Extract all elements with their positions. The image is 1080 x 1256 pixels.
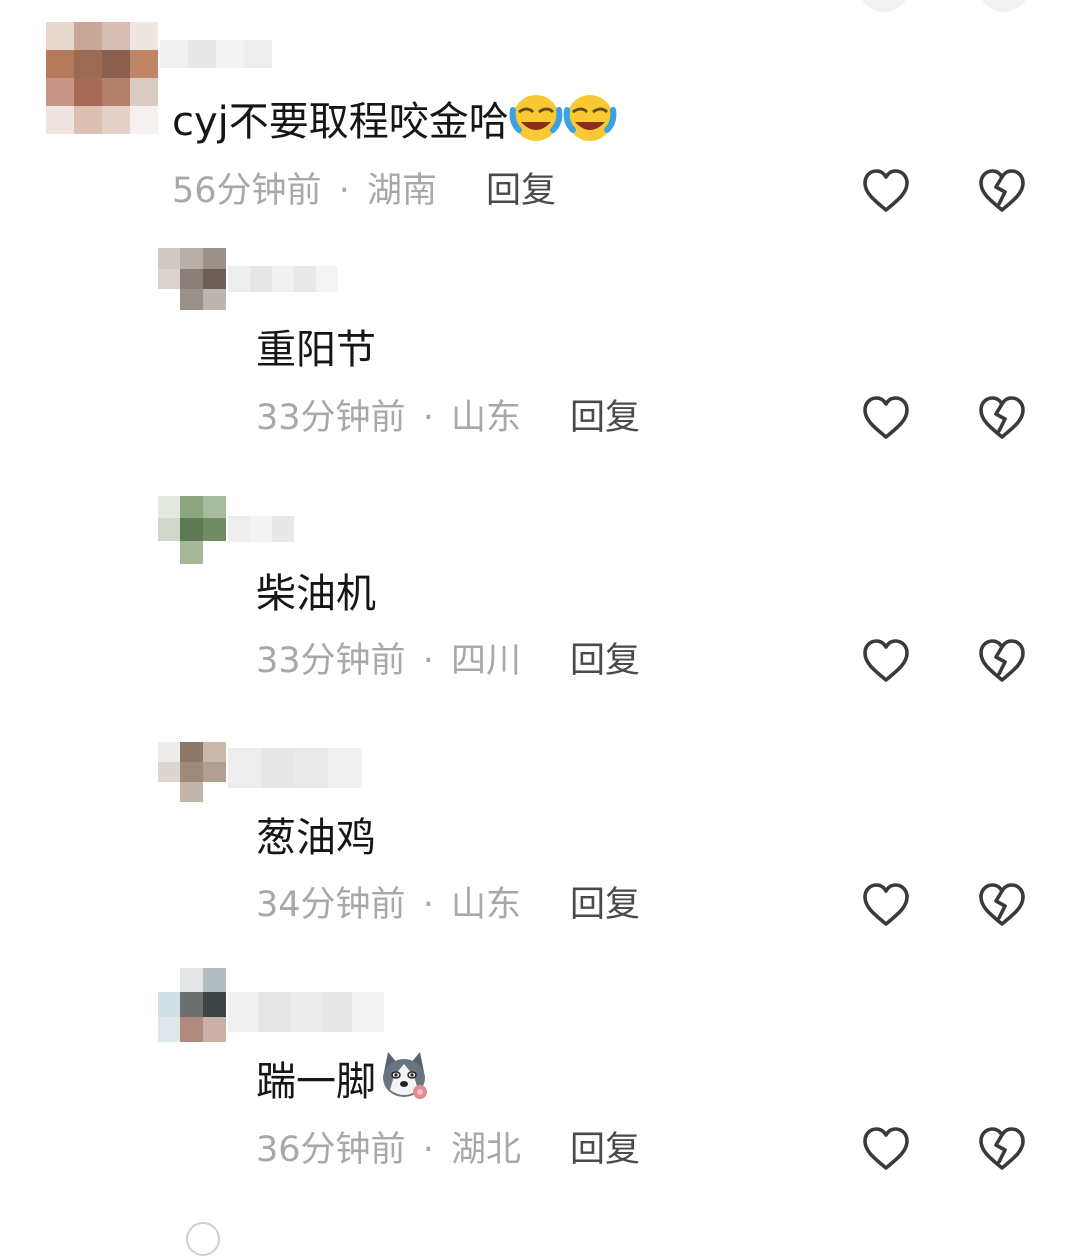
top-action-circle[interactable] bbox=[858, 0, 910, 12]
dislike-button[interactable] bbox=[977, 636, 1027, 686]
comment-meta: 34分钟前 · 山东 bbox=[256, 888, 521, 923]
comment-location: 湖南 bbox=[366, 171, 437, 211]
comment-location: 四川 bbox=[450, 641, 521, 681]
comment-time: 34分钟前 bbox=[256, 885, 406, 925]
avatar[interactable] bbox=[46, 22, 158, 134]
like-button[interactable] bbox=[861, 880, 911, 930]
heart-outline-icon bbox=[863, 639, 909, 682]
comment-text-label: cyj不要取程咬金哈 bbox=[172, 99, 509, 145]
comment-text-label: 踹一脚 bbox=[256, 1059, 376, 1105]
meta-separator: · bbox=[422, 1130, 434, 1170]
reply-button[interactable]: 回复 bbox=[570, 888, 640, 923]
broken-heart-icon bbox=[979, 1127, 1025, 1170]
like-button[interactable] bbox=[861, 636, 911, 686]
like-button[interactable] bbox=[861, 166, 911, 216]
dislike-button[interactable] bbox=[977, 393, 1027, 443]
dislike-button[interactable] bbox=[977, 166, 1027, 216]
comment-meta: 36分钟前 · 湖北 bbox=[256, 1133, 521, 1168]
username-blurred[interactable] bbox=[228, 266, 340, 294]
comment-time: 56分钟前 bbox=[172, 171, 322, 211]
meta-separator: · bbox=[422, 641, 434, 681]
comment-time: 33分钟前 bbox=[256, 641, 406, 681]
comment-text: 踹一脚 bbox=[256, 1052, 432, 1105]
comment-time: 36分钟前 bbox=[256, 1130, 406, 1170]
meta-separator: · bbox=[422, 398, 434, 438]
top-action-circle[interactable] bbox=[978, 0, 1030, 12]
next-avatar-peek[interactable] bbox=[186, 1222, 220, 1256]
broken-heart-icon bbox=[979, 396, 1025, 439]
reply-button[interactable]: 回复 bbox=[570, 401, 640, 436]
username-blurred[interactable] bbox=[228, 992, 384, 1032]
heart-outline-icon bbox=[863, 883, 909, 926]
meta-separator: · bbox=[338, 171, 350, 211]
comment-text: cyj不要取程咬金哈 bbox=[172, 95, 617, 145]
avatar[interactable] bbox=[158, 968, 226, 1042]
avatar[interactable] bbox=[158, 248, 226, 310]
heart-outline-icon bbox=[863, 169, 909, 212]
comment-text: 柴油机 bbox=[256, 571, 376, 617]
comment-meta: 56分钟前 · 湖南 bbox=[172, 174, 437, 209]
comment-time: 33分钟前 bbox=[256, 398, 406, 438]
comment-meta: 33分钟前 · 四川 bbox=[256, 644, 521, 679]
reply-button[interactable]: 回复 bbox=[570, 644, 640, 679]
dislike-button[interactable] bbox=[977, 1124, 1027, 1174]
comment-text: 重阳节 bbox=[256, 327, 376, 373]
avatar[interactable] bbox=[158, 742, 226, 802]
husky-dog-emoji bbox=[376, 1048, 432, 1104]
comment-meta: 33分钟前 · 山东 bbox=[256, 401, 521, 436]
reply-button[interactable]: 回复 bbox=[570, 1133, 640, 1168]
laughing-crying-emoji bbox=[509, 90, 563, 144]
laughing-crying-emoji bbox=[563, 90, 617, 144]
comment-location: 山东 bbox=[450, 398, 521, 438]
like-button[interactable] bbox=[861, 393, 911, 443]
like-button[interactable] bbox=[861, 1124, 911, 1174]
comment-location: 山东 bbox=[450, 885, 521, 925]
heart-outline-icon bbox=[863, 1127, 909, 1170]
username-blurred[interactable] bbox=[228, 748, 362, 788]
username-blurred[interactable] bbox=[160, 40, 300, 70]
comment-location: 湖北 bbox=[450, 1130, 521, 1170]
broken-heart-icon bbox=[979, 883, 1025, 926]
meta-separator: · bbox=[422, 885, 434, 925]
dislike-button[interactable] bbox=[977, 880, 1027, 930]
broken-heart-icon bbox=[979, 639, 1025, 682]
username-blurred[interactable] bbox=[228, 516, 298, 544]
avatar[interactable] bbox=[158, 496, 226, 564]
broken-heart-icon bbox=[979, 169, 1025, 212]
comment-text: 葱油鸡 bbox=[256, 815, 376, 861]
reply-button[interactable]: 回复 bbox=[486, 174, 556, 209]
heart-outline-icon bbox=[863, 396, 909, 439]
